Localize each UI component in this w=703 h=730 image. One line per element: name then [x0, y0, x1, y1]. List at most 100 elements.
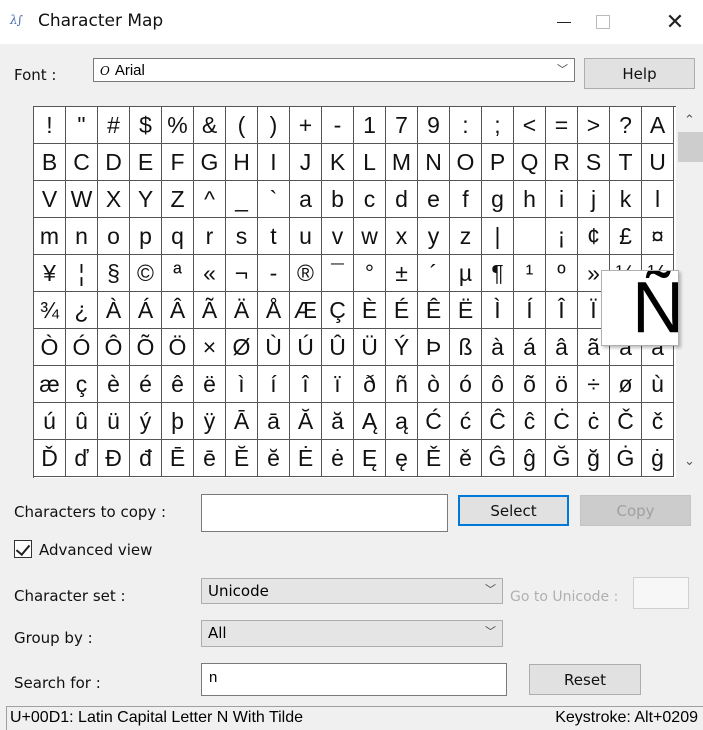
character-cell[interactable]: ę [386, 440, 418, 477]
character-cell[interactable]: Ó [66, 329, 98, 366]
character-cell[interactable]: j [578, 181, 610, 218]
character-cell[interactable]: e [418, 181, 450, 218]
character-cell[interactable]: v [322, 218, 354, 255]
character-cell[interactable]: ö [546, 366, 578, 403]
character-cell[interactable]: y [418, 218, 450, 255]
character-cell[interactable]: Á [130, 292, 162, 329]
character-cell[interactable]: R [546, 144, 578, 181]
character-cell[interactable]: ° [354, 255, 386, 292]
character-cell[interactable]: m [34, 218, 66, 255]
character-cell[interactable]: ¡ [546, 218, 578, 255]
character-cell[interactable]: Ü [354, 329, 386, 366]
character-cell[interactable]: i [546, 181, 578, 218]
character-cell[interactable]: ® [290, 255, 322, 292]
character-cell[interactable]: ý [130, 403, 162, 440]
character-cell[interactable]: ¯ [322, 255, 354, 292]
character-cell[interactable]: Ē [162, 440, 194, 477]
select-button[interactable]: Select [458, 495, 569, 526]
character-cell[interactable]: õ [514, 366, 546, 403]
character-cell[interactable]: : [450, 107, 482, 144]
character-cell[interactable]: V [34, 181, 66, 218]
character-cell[interactable]: = [546, 107, 578, 144]
character-cell[interactable]: c [354, 181, 386, 218]
character-cell[interactable]: ė [322, 440, 354, 477]
character-cell[interactable]: K [322, 144, 354, 181]
character-cell[interactable]: Ô [98, 329, 130, 366]
character-cell[interactable]: Đ [98, 440, 130, 477]
character-cell[interactable]: + [290, 107, 322, 144]
character-cell[interactable]: č [642, 403, 674, 440]
character-cell[interactable]: ą [386, 403, 418, 440]
copy-button[interactable]: Copy [580, 495, 691, 526]
character-cell[interactable]: Ê [418, 292, 450, 329]
search-input[interactable]: n [201, 663, 507, 696]
character-cell[interactable]: ó [450, 366, 482, 403]
character-cell[interactable]: H [226, 144, 258, 181]
character-cell[interactable]: # [98, 107, 130, 144]
character-cell[interactable]: ç [66, 366, 98, 403]
group-by-select[interactable]: All ﹀ [201, 620, 503, 647]
character-cell[interactable]: s [226, 218, 258, 255]
character-cell[interactable]: t [258, 218, 290, 255]
character-cell[interactable]: E [130, 144, 162, 181]
character-cell[interactable]: Ĕ [226, 440, 258, 477]
character-cell[interactable]: Ë [450, 292, 482, 329]
character-set-select[interactable]: Unicode ﹀ [201, 578, 503, 604]
character-cell[interactable]: l [642, 181, 674, 218]
character-cell[interactable]: È [354, 292, 386, 329]
character-cell[interactable]: ¥ [34, 255, 66, 292]
character-cell[interactable]: ¿ [66, 292, 98, 329]
character-cell[interactable]: ÿ [194, 403, 226, 440]
character-cell[interactable]: 1 [354, 107, 386, 144]
character-cell[interactable]: - [322, 107, 354, 144]
character-cell[interactable]: đ [130, 440, 162, 477]
character-grid[interactable]: ! " # $% &() + -1 7 9:; < = >? A B C D E F G H I J K L M N O P Q R S T U… [33, 106, 676, 478]
character-cell[interactable]: h [514, 181, 546, 218]
character-cell[interactable]: æ [34, 366, 66, 403]
character-cell[interactable]: p [130, 218, 162, 255]
character-cell[interactable]: Ą [354, 403, 386, 440]
character-cell[interactable]: « [194, 255, 226, 292]
character-cell[interactable]: ` [258, 181, 290, 218]
character-cell[interactable]: © [130, 255, 162, 292]
character-cell[interactable]: × [194, 329, 226, 366]
character-cell[interactable] [514, 218, 546, 255]
character-cell[interactable]: ć [450, 403, 482, 440]
character-cell[interactable]: ď [66, 440, 98, 477]
character-cell[interactable]: J [290, 144, 322, 181]
character-cell[interactable]: á [514, 329, 546, 366]
character-cell[interactable]: Z [162, 181, 194, 218]
character-cell[interactable]: u [290, 218, 322, 255]
character-cell[interactable]: é [130, 366, 162, 403]
character-cell[interactable]: Ġ [610, 440, 642, 477]
character-cell[interactable]: 7 [386, 107, 418, 144]
character-cell[interactable]: L [354, 144, 386, 181]
character-cell[interactable]: ¦ [66, 255, 98, 292]
character-cell[interactable]: ì [226, 366, 258, 403]
character-cell[interactable]: ´ [418, 255, 450, 292]
advanced-view-checkbox[interactable] [14, 540, 32, 558]
scroll-down-icon[interactable]: ⌄ [676, 453, 703, 473]
character-cell[interactable]: î [290, 366, 322, 403]
character-cell[interactable]: ÷ [578, 366, 610, 403]
font-select[interactable]: O Arial ﹀ [93, 58, 575, 82]
character-cell[interactable]: û [66, 403, 98, 440]
scroll-up-icon[interactable]: ⌃ [676, 112, 703, 132]
character-cell[interactable]: ğ [578, 440, 610, 477]
character-cell[interactable]: Ö [162, 329, 194, 366]
character-cell[interactable]: w [354, 218, 386, 255]
character-cell[interactable]: ē [194, 440, 226, 477]
character-cell[interactable]: Ú [290, 329, 322, 366]
character-cell[interactable]: Ę [354, 440, 386, 477]
maximize-button[interactable] [580, 0, 626, 44]
character-cell[interactable]: í [258, 366, 290, 403]
character-cell[interactable]: Ĉ [482, 403, 514, 440]
character-cell[interactable]: " [66, 107, 98, 144]
character-cell[interactable]: Ĝ [482, 440, 514, 477]
character-cell[interactable]: o [98, 218, 130, 255]
character-cell[interactable]: > [578, 107, 610, 144]
character-cell[interactable]: ð [354, 366, 386, 403]
character-cell[interactable]: ü [98, 403, 130, 440]
character-cell[interactable]: É [386, 292, 418, 329]
character-cell[interactable]: Â [162, 292, 194, 329]
